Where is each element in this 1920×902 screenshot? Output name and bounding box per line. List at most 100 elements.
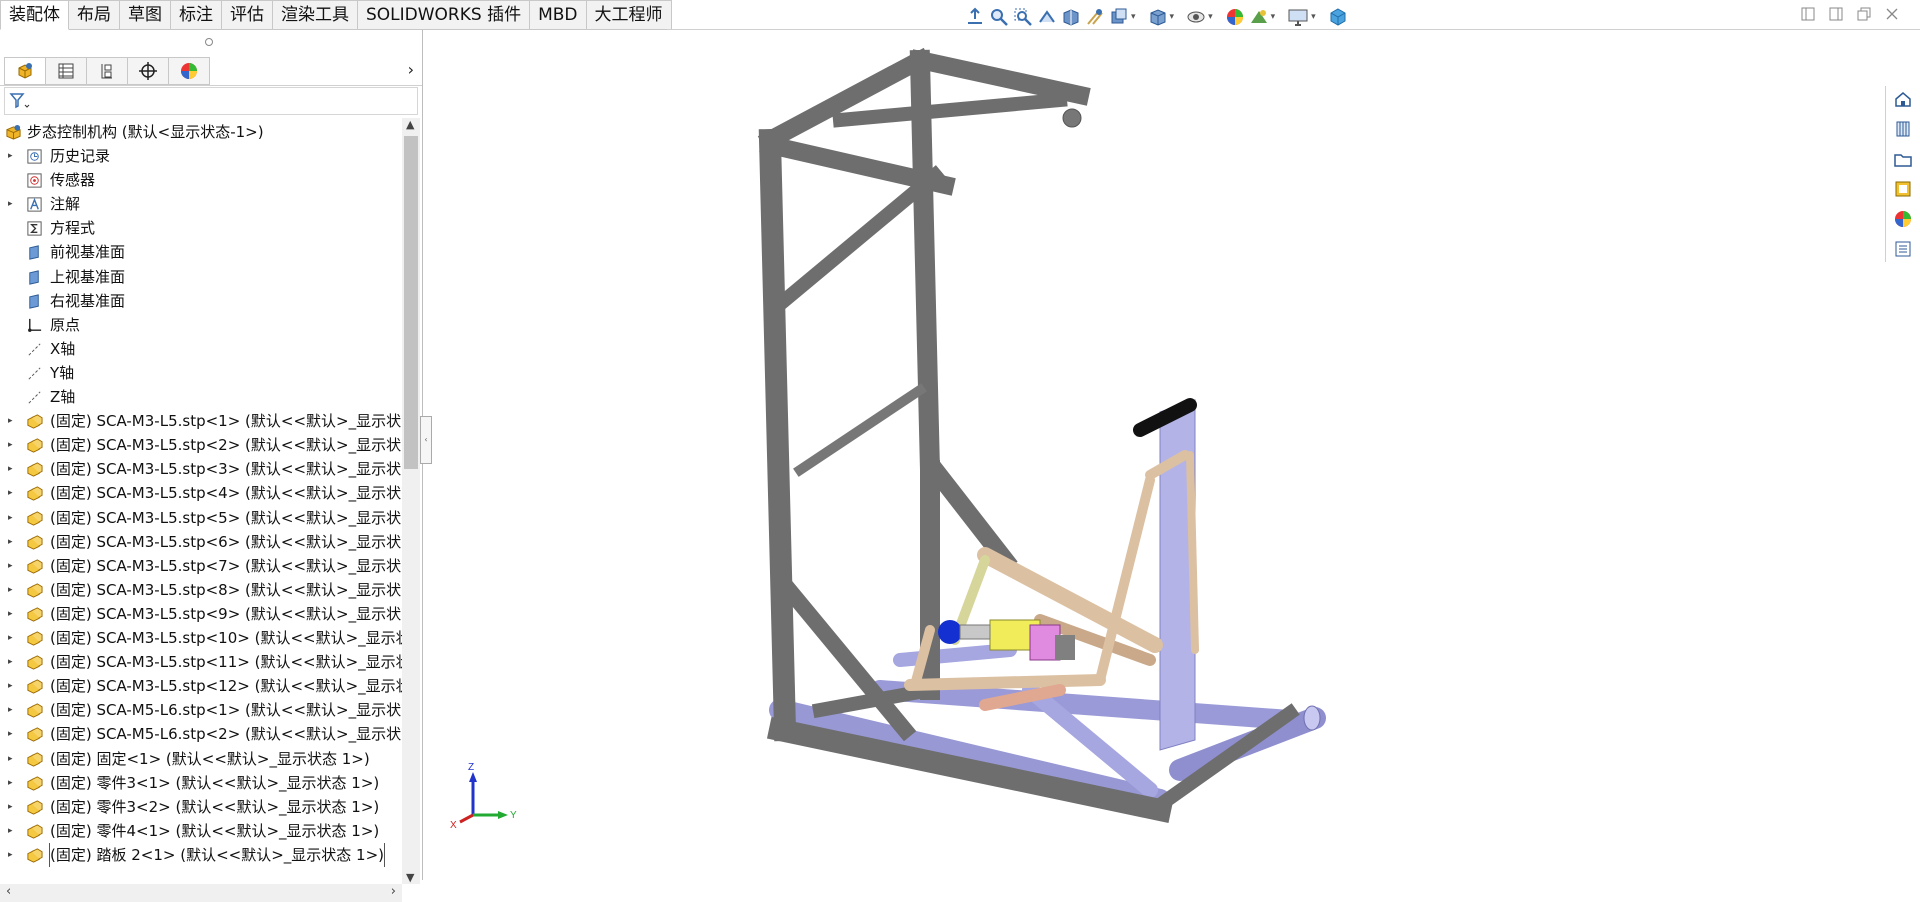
expand-arrow-icon[interactable]: ▸	[8, 554, 13, 578]
view-type-caret[interactable]: ▾	[1131, 12, 1136, 22]
expand-arrow-icon[interactable]: ▸	[8, 433, 13, 457]
tree-item[interactable]: 上视基准面	[0, 265, 402, 289]
restore-window-icon[interactable]	[1856, 6, 1872, 22]
tree-item[interactable]: ▸ (固定) SCA-M5-L6.stp<1> (默认<<默认>_显示状态	[0, 698, 402, 722]
panel-grip-handle[interactable]	[205, 38, 213, 46]
tree-item[interactable]: 原点	[0, 313, 402, 337]
task-pane-file-explorer[interactable]	[1886, 146, 1920, 172]
display-style-icon[interactable]	[1148, 7, 1168, 27]
tree-item[interactable]: Z轴	[0, 385, 402, 409]
close-window-icon[interactable]	[1884, 6, 1900, 22]
tile-right-icon[interactable]	[1828, 6, 1844, 22]
expand-arrow-icon[interactable]: ▸	[8, 481, 13, 505]
tree-item[interactable]: ▸ (固定) SCA-M3-L5.stp<9> (默认<<默认>_显示状态	[0, 602, 402, 626]
tab-8[interactable]: 大工程师	[586, 0, 672, 30]
display-manager-tab[interactable]	[169, 57, 210, 85]
tree-item[interactable]: ▸ (固定) SCA-M3-L5.stp<3> (默认<<默认>_显示状态	[0, 457, 402, 481]
expand-arrow-icon[interactable]: ▸	[8, 144, 13, 168]
assembly-model[interactable]	[423, 31, 1880, 880]
tree-item[interactable]: 右视基准面	[0, 289, 402, 313]
tree-item[interactable]: 传感器	[0, 168, 402, 192]
expand-arrow-icon[interactable]: ▸	[8, 578, 13, 602]
expand-arrow-icon[interactable]: ▸	[8, 819, 13, 843]
tree-item[interactable]: ▸ (固定) 零件3<1> (默认<<默认>_显示状态 1>)	[0, 771, 402, 795]
scroll-thumb[interactable]	[404, 136, 418, 469]
expand-arrow-icon[interactable]: ▸	[8, 722, 13, 746]
tree-item[interactable]: ▸ (固定) SCA-M3-L5.stp<6> (默认<<默认>_显示状态	[0, 530, 402, 554]
task-pane-home[interactable]	[1886, 86, 1920, 112]
tab-7[interactable]: MBD	[530, 0, 587, 30]
tree-item[interactable]: 前视基准面	[0, 240, 402, 264]
feature-manager-tab[interactable]	[4, 57, 46, 85]
dimxpert-tab[interactable]	[128, 57, 169, 85]
zoom-to-area-icon[interactable]	[1013, 7, 1033, 27]
task-pane-view-palette[interactable]	[1886, 176, 1920, 202]
tree-item[interactable]: ▸ (固定) SCA-M3-L5.stp<4> (默认<<默认>_显示状态	[0, 481, 402, 505]
tab-2[interactable]: 草图	[120, 0, 171, 30]
task-pane-custom-properties[interactable]	[1886, 236, 1920, 262]
tab-6[interactable]: SOLIDWORKS 插件	[358, 0, 531, 30]
tree-item[interactable]: ▸ 历史记录	[0, 144, 402, 168]
edit-appearance-icon[interactable]	[1225, 7, 1245, 27]
tile-left-icon[interactable]	[1800, 6, 1816, 22]
3d-view-icon[interactable]	[1328, 7, 1348, 27]
expand-arrow-icon[interactable]: ▸	[8, 457, 13, 481]
previous-view-icon[interactable]	[1037, 7, 1057, 27]
tree-item[interactable]: ▸ (固定) SCA-M3-L5.stp<8> (默认<<默认>_显示状态	[0, 578, 402, 602]
tree-item[interactable]: ▸ (固定) SCA-M5-L6.stp<2> (默认<<默认>_显示状态	[0, 722, 402, 746]
tree-item[interactable]: X轴	[0, 337, 402, 361]
expand-arrow-icon[interactable]: ▸	[8, 530, 13, 554]
apply-scene-icon[interactable]	[1249, 7, 1269, 27]
view-settings-icon[interactable]	[1287, 7, 1309, 27]
hide-show-icon[interactable]	[1186, 7, 1206, 27]
tab-1[interactable]: 布局	[69, 0, 120, 30]
tree-item[interactable]: ▸ 注解	[0, 192, 402, 216]
zoom-to-fit-icon[interactable]	[989, 7, 1009, 27]
property-manager-tab[interactable]	[46, 57, 87, 85]
expand-arrow-icon[interactable]: ▸	[8, 843, 13, 867]
tab-4[interactable]: 评估	[222, 0, 273, 30]
expand-arrow-icon[interactable]: ▸	[8, 650, 13, 674]
dynamic-annotation-icon[interactable]	[1085, 7, 1105, 27]
scroll-left-icon[interactable]: ‹	[6, 884, 11, 899]
tree-item[interactable]: ▸ (固定) SCA-M3-L5.stp<11> (默认<<默认>_显示状态	[0, 650, 402, 674]
tree-item[interactable]: 方程式	[0, 216, 402, 240]
tree-item[interactable]: ▸ (固定) 零件4<1> (默认<<默认>_显示状态 1>)	[0, 819, 402, 843]
expand-arrow-icon[interactable]: ▸	[8, 506, 13, 530]
tree-item[interactable]: ▸ (固定) SCA-M3-L5.stp<10> (默认<<默认>_显示状态	[0, 626, 402, 650]
view-type-icon[interactable]	[1109, 7, 1129, 27]
expand-arrow-icon[interactable]: ▸	[8, 602, 13, 626]
tree-item[interactable]: Y轴	[0, 361, 402, 385]
tree-vertical-scrollbar[interactable]: ▲ ▼	[402, 118, 420, 884]
graphics-area[interactable]	[423, 31, 1880, 880]
tree-item[interactable]: ▸ (固定) SCA-M3-L5.stp<7> (默认<<默认>_显示状态	[0, 554, 402, 578]
tree-item[interactable]: ▸ (固定) 零件3<2> (默认<<默认>_显示状态 1>)	[0, 795, 402, 819]
tree-root-item[interactable]: 步态控制机构 (默认<显示状态-1>)	[0, 120, 402, 144]
section-view-icon[interactable]	[1061, 7, 1081, 27]
scroll-right-icon[interactable]: ›	[391, 884, 396, 899]
expand-arrow-icon[interactable]: ▸	[8, 747, 13, 771]
expand-arrow-icon[interactable]: ▸	[8, 674, 13, 698]
scroll-up-icon[interactable]: ▲	[406, 118, 414, 131]
task-pane-design-library[interactable]	[1886, 116, 1920, 142]
display-style-caret[interactable]: ▾	[1170, 12, 1175, 22]
scroll-down-icon[interactable]: ▼	[406, 871, 414, 884]
tree-item[interactable]: ▸ (固定) SCA-M3-L5.stp<5> (默认<<默认>_显示状态	[0, 506, 402, 530]
tree-item[interactable]: ▸ (固定) 固定<1> (默认<<默认>_显示状态 1>)	[0, 747, 402, 771]
tab-3[interactable]: 标注	[171, 0, 222, 30]
expand-arrow-icon[interactable]: ▸	[8, 192, 13, 216]
tab-5[interactable]: 渲染工具	[273, 0, 358, 30]
expand-arrow-icon[interactable]: ▸	[8, 771, 13, 795]
tree-filter-box[interactable]	[4, 87, 418, 115]
tree-horizontal-scrollbar[interactable]: ‹ ›	[0, 884, 402, 902]
view-orientation-icon[interactable]	[965, 7, 985, 27]
expand-arrow-icon[interactable]: ▸	[8, 698, 13, 722]
hide-show-caret[interactable]: ▾	[1208, 12, 1213, 22]
configuration-manager-tab[interactable]	[87, 57, 128, 85]
view-settings-caret[interactable]: ▾	[1311, 12, 1316, 22]
tab-0[interactable]: 装配体	[0, 0, 69, 30]
tree-item[interactable]: ▸ (固定) SCA-M3-L5.stp<2> (默认<<默认>_显示状态	[0, 433, 402, 457]
tree-item[interactable]: ▸ (固定) SCA-M3-L5.stp<12> (默认<<默认>_显示状态	[0, 674, 402, 698]
tree-item[interactable]: ▸ (固定) 踏板 2<1> (默认<<默认>_显示状态 1>)	[0, 842, 402, 867]
task-pane-appearances[interactable]	[1886, 206, 1920, 232]
